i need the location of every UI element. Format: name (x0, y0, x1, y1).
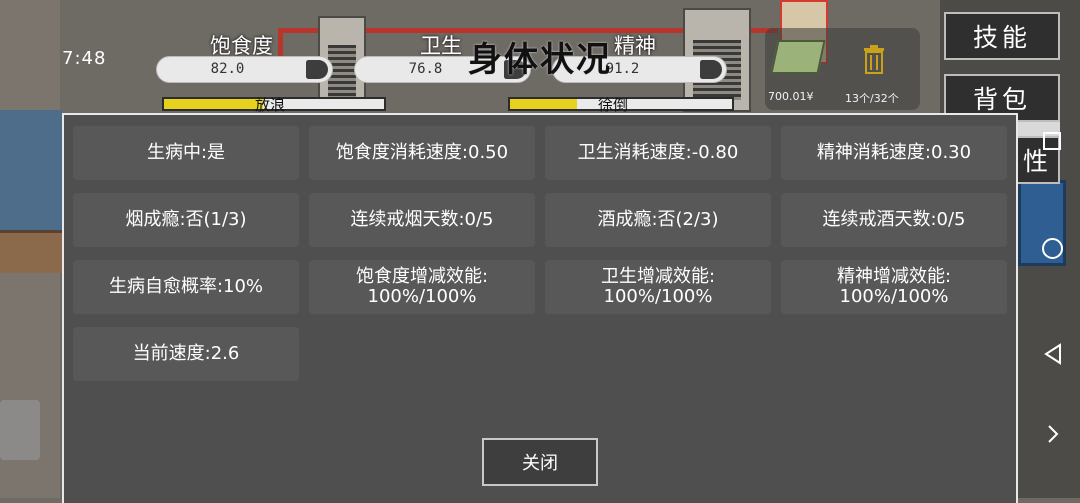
recent-apps-icon[interactable] (1043, 132, 1061, 150)
home-icon[interactable] (1042, 238, 1063, 259)
left-status-bar-label: 放浪 (255, 96, 286, 114)
stat-cell-satiety-rate: 饱食度消耗速度:0.50 (309, 126, 535, 180)
stat-cell-smoking: 烟成瘾:否(1/3) (73, 193, 299, 247)
back-icon[interactable] (1043, 343, 1063, 365)
stat-cell-recovery-chance: 生病自愈概率:10% (73, 260, 299, 314)
stat-cell-spirit-efficiency: 精神增减效能: 100%/100% (781, 260, 1007, 314)
dialog-title: 身体状况 (468, 40, 612, 80)
stat-cell-hygiene-rate: 卫生消耗速度:-0.80 (545, 126, 771, 180)
stat-cell-drinking: 酒成瘾:否(2/3) (545, 193, 771, 247)
stat-cell-quit-smoking-days: 连续戒烟天数:0/5 (309, 193, 535, 247)
money-amount: 700.01¥ (768, 90, 814, 103)
stat-cell-satiety-efficiency: 饱食度增减效能: 100%/100% (309, 260, 535, 314)
close-button[interactable]: 关闭 (482, 438, 598, 486)
stat-cell-spirit-rate: 精神消耗速度:0.30 (781, 126, 1007, 180)
stat-cell-hygiene-efficiency: 卫生增减效能: 100%/100% (545, 260, 771, 314)
left-status-bar-fill (164, 99, 263, 109)
stat-cell-sick: 生病中:是 (73, 126, 299, 180)
right-status-bar-label: 徐倒 (598, 96, 629, 114)
stat-cell-speed: 当前速度:2.6 (73, 327, 299, 381)
inventory-count: 13个/32个 (845, 92, 899, 105)
right-status-bar-fill (510, 99, 577, 109)
chevron-right-icon[interactable] (1046, 424, 1060, 444)
stat-cell-quit-drinking-days: 连续戒酒天数:0/5 (781, 193, 1007, 247)
